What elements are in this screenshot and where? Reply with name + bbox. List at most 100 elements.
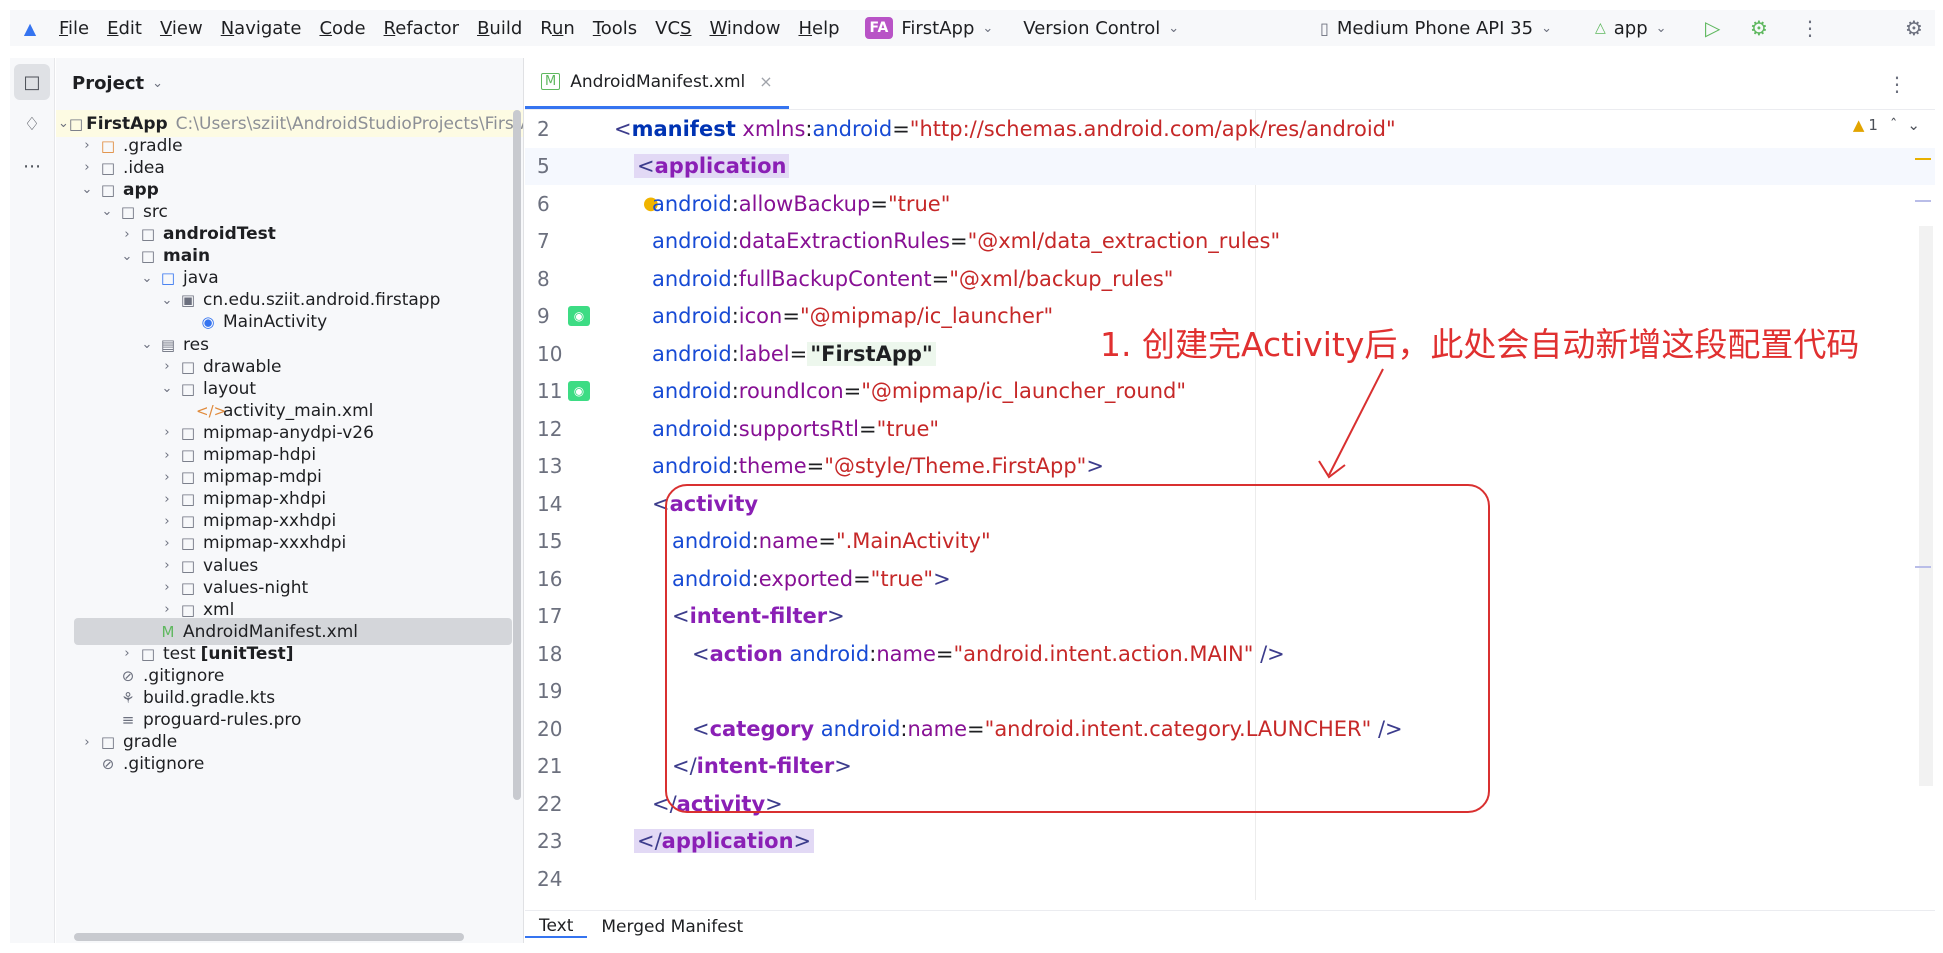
code-line[interactable]: 13 android:theme="@style/Theme.FirstApp"> — [525, 448, 1935, 485]
code-text[interactable]: android:label= "FirstApp" — [652, 341, 936, 366]
code-text[interactable]: <application — [634, 154, 790, 178]
line-number[interactable]: 22 — [537, 792, 577, 816]
chevron-right-icon[interactable]: › — [158, 425, 176, 440]
menu-item[interactable]: Window — [709, 18, 780, 39]
menu-item[interactable]: Refactor — [384, 18, 460, 39]
code-line[interactable]: 12 android:supportsRtl="true" — [525, 410, 1935, 447]
chevron-down-icon[interactable]: ⌄ — [138, 337, 156, 352]
chevron-up-icon[interactable]: ˆ — [1890, 116, 1898, 134]
menu-item[interactable]: Build — [477, 18, 522, 39]
menu-item[interactable]: Tools — [593, 18, 637, 39]
code-line[interactable]: 6 ● android:allowBackup="true" — [525, 185, 1935, 222]
tab-text[interactable]: Text — [525, 916, 588, 938]
line-number[interactable]: 6 — [537, 192, 577, 216]
code-line[interactable]: 24 — [525, 860, 1935, 897]
debug-icon[interactable]: ⚙ — [1750, 16, 1768, 40]
chevron-right-icon[interactable]: › — [158, 359, 176, 374]
chevron-right-icon[interactable]: › — [158, 558, 176, 573]
version-control-menu[interactable]: Version Control ⌄ — [1023, 18, 1179, 39]
line-number[interactable]: 21 — [537, 754, 577, 778]
line-number[interactable]: 23 — [537, 829, 577, 853]
expand-arrow-icon[interactable]: ⌄ — [58, 116, 69, 131]
chevron-down-icon[interactable]: ⌄ — [158, 293, 176, 308]
chevron-right-icon[interactable]: › — [118, 227, 136, 242]
menu-item[interactable]: Help — [798, 18, 839, 39]
code-line[interactable]: 5 <application — [525, 147, 1935, 185]
chevron-right-icon[interactable]: › — [78, 735, 96, 750]
code-line[interactable]: 11 ◉ android:roundIcon="@mipmap/ic_launche… — [525, 373, 1935, 410]
code-line[interactable]: 2 <manifest xmlns:android="http://schemas… — [525, 110, 1935, 147]
close-icon[interactable]: × — [759, 72, 772, 91]
project-switcher[interactable]: FA FirstApp ⌄ — [864, 17, 993, 39]
code-text[interactable]: </application> — [634, 829, 815, 853]
menu-item[interactable]: Code — [319, 18, 365, 39]
chevron-down-icon[interactable]: ⌄ — [118, 249, 136, 264]
chevron-right-icon[interactable]: › — [158, 514, 176, 529]
line-number[interactable]: 14 — [537, 492, 577, 516]
tab-androidmanifest[interactable]: M AndroidManifest.xml × — [525, 57, 789, 109]
tree-item[interactable]: ⊘ .gitignore — [56, 751, 523, 778]
menu-item[interactable]: Edit — [107, 18, 142, 39]
project-panel-header[interactable]: Project ⌄ — [56, 58, 523, 108]
line-number[interactable]: 19 — [537, 679, 577, 703]
chevron-right-icon[interactable]: › — [158, 470, 176, 485]
chevron-down-icon[interactable]: ⌄ — [78, 182, 96, 197]
android-resource-icon[interactable]: ◉ — [568, 381, 590, 401]
resource-manager-icon[interactable]: ♢ — [14, 106, 50, 142]
marker[interactable] — [1915, 200, 1931, 202]
code-text[interactable]: android:theme="@style/Theme.FirstApp"> — [652, 454, 1104, 478]
line-number[interactable]: 24 — [537, 867, 577, 891]
line-number[interactable]: 10 — [537, 342, 577, 366]
device-selector[interactable]: ▯ Medium Phone API 35 ⌄ — [1320, 18, 1552, 39]
settings-icon[interactable]: ⚙ — [1905, 16, 1923, 40]
chevron-down-icon[interactable]: ⌄ — [138, 271, 156, 286]
project-folder-icon[interactable]: □ — [14, 64, 50, 100]
menu-item[interactable]: VCS — [655, 18, 691, 39]
code-text[interactable]: android:icon="@mipmap/ic_launcher" — [652, 304, 1053, 328]
line-number[interactable]: 5 — [537, 154, 577, 178]
android-resource-icon[interactable]: ◉ — [568, 306, 590, 326]
android-studio-logo-icon[interactable]: ▲ — [10, 19, 50, 38]
marker[interactable] — [1915, 566, 1931, 568]
tree-scrollbar-horizontal[interactable] — [74, 933, 464, 941]
code-line[interactable]: 23 </application> — [525, 823, 1935, 860]
chevron-right-icon[interactable]: › — [78, 160, 96, 175]
line-number[interactable]: 13 — [537, 454, 577, 478]
line-number[interactable]: 15 — [537, 529, 577, 553]
warning-marker[interactable] — [1915, 158, 1931, 160]
line-number[interactable]: 2 — [537, 117, 577, 141]
chevron-right-icon[interactable]: › — [78, 138, 96, 153]
menu-item[interactable]: Run — [540, 18, 575, 39]
chevron-right-icon[interactable]: › — [158, 448, 176, 463]
chevron-right-icon[interactable]: › — [158, 580, 176, 595]
run-icon[interactable]: ▷ — [1705, 16, 1720, 40]
chevron-right-icon[interactable]: › — [158, 602, 176, 617]
menu-item[interactable]: File — [59, 18, 89, 39]
line-number[interactable]: 7 — [537, 229, 577, 253]
line-number[interactable]: 17 — [537, 604, 577, 628]
chevron-right-icon[interactable]: › — [158, 492, 176, 507]
code-text[interactable]: android:roundIcon="@mipmap/ic_launcher_r… — [652, 379, 1186, 403]
menu-item[interactable]: Navigate — [221, 18, 302, 39]
code-text[interactable]: android:dataExtractionRules="@xml/data_e… — [652, 229, 1280, 253]
editor-scrollbar[interactable] — [1919, 226, 1933, 786]
code-line[interactable]: 7 android:dataExtractionRules="@xml/data_… — [525, 223, 1935, 260]
menu-item[interactable]: View — [160, 18, 203, 39]
code-text[interactable]: android:fullBackupContent="@xml/backup_r… — [652, 267, 1173, 291]
chevron-down-icon[interactable]: ⌄ — [158, 381, 176, 396]
code-line[interactable]: 8 android:fullBackupContent="@xml/backup_… — [525, 260, 1935, 297]
line-number[interactable]: 20 — [537, 717, 577, 741]
code-text[interactable]: android:allowBackup="true" — [652, 192, 950, 216]
chevron-down-icon[interactable]: ⌄ — [98, 204, 116, 219]
run-config-selector[interactable]: △ app ⌄ — [1595, 18, 1667, 39]
line-number[interactable]: 8 — [537, 267, 577, 291]
more-actions-icon[interactable]: ⋮ — [1800, 16, 1820, 40]
chevron-right-icon[interactable]: › — [118, 646, 136, 661]
tab-options-icon[interactable]: ⋮ — [1887, 72, 1907, 96]
line-number[interactable]: 12 — [537, 417, 577, 441]
more-tools-icon[interactable]: ⋯ — [14, 148, 50, 184]
tree-scrollbar-vertical[interactable] — [513, 110, 521, 800]
line-number[interactable]: 18 — [537, 642, 577, 666]
code-text[interactable]: <manifest xmlns:android="http://schemas.… — [614, 117, 1396, 141]
chevron-down-icon[interactable]: ⌄ — [1907, 116, 1920, 134]
